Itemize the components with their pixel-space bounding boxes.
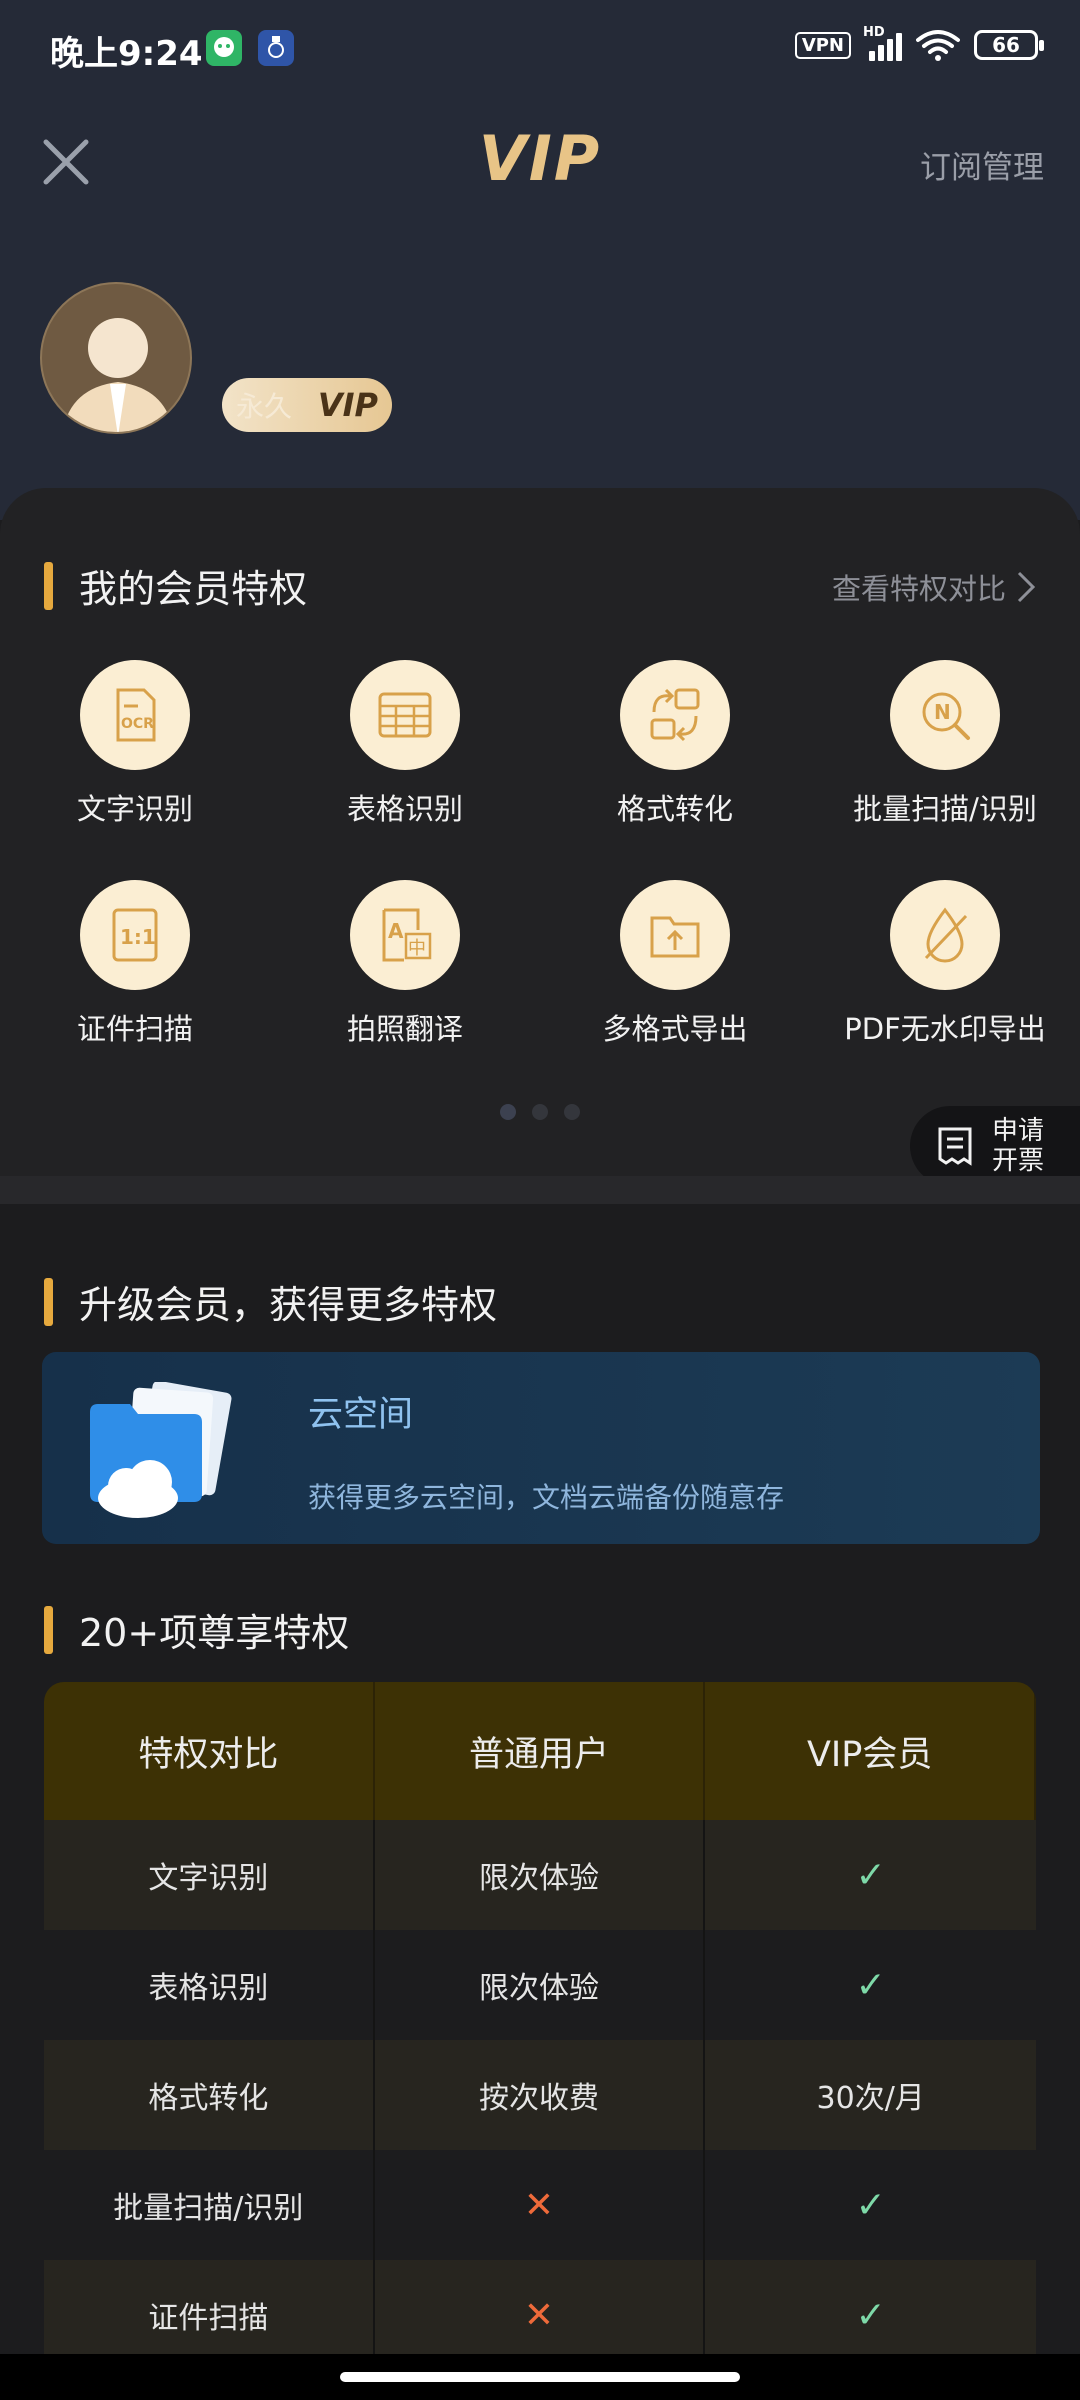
vip-status-badge: 永久 VIP — [222, 378, 392, 432]
table-header-row: 特权对比 普通用户 VIP会员 — [44, 1682, 1036, 1820]
feature-cell: 批量扫描/识别 — [44, 2150, 375, 2260]
comparison-section-title: 20+项尊享特权 — [44, 1602, 349, 1657]
svg-text:N: N — [934, 700, 951, 724]
check-icon: ✓ — [855, 2184, 886, 2226]
privilege-batch-scan[interactable]: N 批量扫描/识别 — [830, 660, 1060, 828]
batch-scan-icon: N — [890, 660, 1000, 770]
table-row: 表格识别 限次体验 ✓ — [44, 1930, 1036, 2040]
badge-permanent-text: 永久 — [236, 390, 293, 423]
svg-text:中: 中 — [408, 938, 426, 959]
app-notification-icon — [258, 30, 294, 66]
privilege-table[interactable]: 表格识别 — [290, 660, 520, 828]
normal-cell: 限次体验 — [375, 1820, 706, 1930]
badge-vip-text: VIP — [317, 386, 378, 424]
wifi-icon — [916, 30, 960, 61]
header-normal-user: 普通用户 — [375, 1682, 706, 1820]
vip-cell: 30次/月 — [816, 2081, 925, 2116]
privileges-page-indicator — [0, 1104, 1080, 1120]
id-scan-icon: 1:1 — [80, 880, 190, 990]
cloud-space-title: 云空间 — [308, 1395, 414, 1435]
page-dot — [564, 1104, 580, 1120]
check-icon: ✓ — [855, 1854, 886, 1896]
normal-cell: 按次收费 — [375, 2040, 706, 2150]
comparison-table: 特权对比 普通用户 VIP会员 文字识别 限次体验 ✓ 表格识别 限次体验 ✓ … — [44, 1682, 1036, 2370]
privilege-convert[interactable]: 格式转化 — [560, 660, 790, 828]
feature-cell: 表格识别 — [44, 1930, 375, 2040]
view-comparison-link[interactable]: 查看特权对比 — [832, 566, 1036, 608]
page-title: VIP — [478, 122, 602, 195]
svg-text:A: A — [388, 919, 404, 943]
convert-icon — [620, 660, 730, 770]
cellular-signal-icon: HD — [863, 25, 902, 61]
battery-indicator: 66 — [974, 30, 1044, 60]
check-icon: ✓ — [855, 1964, 886, 2006]
privilege-id-scan[interactable]: 1:1 证件扫描 — [20, 880, 250, 1048]
table-icon — [350, 660, 460, 770]
normal-cell: 限次体验 — [375, 1930, 706, 2040]
cross-icon: ✕ — [375, 2150, 706, 2260]
feature-cell: 文字识别 — [44, 1820, 375, 1930]
privilege-no-watermark[interactable]: PDF无水印导出 — [830, 880, 1060, 1048]
title-accent-bar — [44, 1605, 53, 1654]
no-watermark-icon — [890, 880, 1000, 990]
export-icon — [620, 880, 730, 990]
feature-cell: 格式转化 — [44, 2040, 375, 2150]
messenger-app-icon — [206, 30, 242, 66]
request-invoice-button[interactable]: 申请 开票 — [910, 1106, 1080, 1186]
privilege-translate[interactable]: A中 拍照翻译 — [290, 880, 520, 1048]
status-time: 晚上9:24 — [50, 34, 203, 74]
cloud-space-description: 获得更多云空间，文档云端备份随意存 — [308, 1481, 785, 1514]
status-bar: 晚上9:24 VPN HD 66 — [0, 0, 1080, 96]
header-vip-member: VIP会员 — [705, 1682, 1036, 1820]
translate-icon: A中 — [350, 880, 460, 990]
title-accent-bar — [44, 1277, 53, 1326]
cloud-folder-icon — [90, 1382, 232, 1518]
svg-text:OCR: OCR — [121, 716, 154, 732]
upgrade-section-title: 升级会员，获得更多特权 — [44, 1274, 497, 1329]
ocr-icon: OCR — [80, 660, 190, 770]
svg-text:1:1: 1:1 — [120, 925, 156, 949]
vpn-badge: VPN — [794, 31, 851, 59]
privilege-ocr[interactable]: OCR 文字识别 — [20, 660, 250, 828]
privileges-section-title: 我的会员特权 — [44, 558, 307, 613]
table-row: 格式转化 按次收费 30次/月 — [44, 2040, 1036, 2150]
section-divider — [0, 1176, 1080, 1204]
table-row: 文字识别 限次体验 ✓ — [44, 1820, 1036, 1930]
avatar[interactable] — [40, 282, 192, 434]
page-dot — [532, 1104, 548, 1120]
subscription-manage-link[interactable]: 订阅管理 — [920, 142, 1044, 187]
header-privilege: 特权对比 — [44, 1682, 375, 1820]
cloud-space-card[interactable]: 云空间 获得更多云空间，文档云端备份随意存 — [42, 1352, 1040, 1544]
chevron-right-icon — [1017, 571, 1036, 603]
title-accent-bar — [44, 561, 53, 610]
table-row: 批量扫描/识别 ✕ ✓ — [44, 2150, 1036, 2260]
invoice-icon — [938, 1127, 972, 1166]
home-indicator[interactable] — [340, 2372, 740, 2382]
page-dot — [500, 1104, 516, 1120]
privilege-export[interactable]: 多格式导出 — [560, 880, 790, 1048]
